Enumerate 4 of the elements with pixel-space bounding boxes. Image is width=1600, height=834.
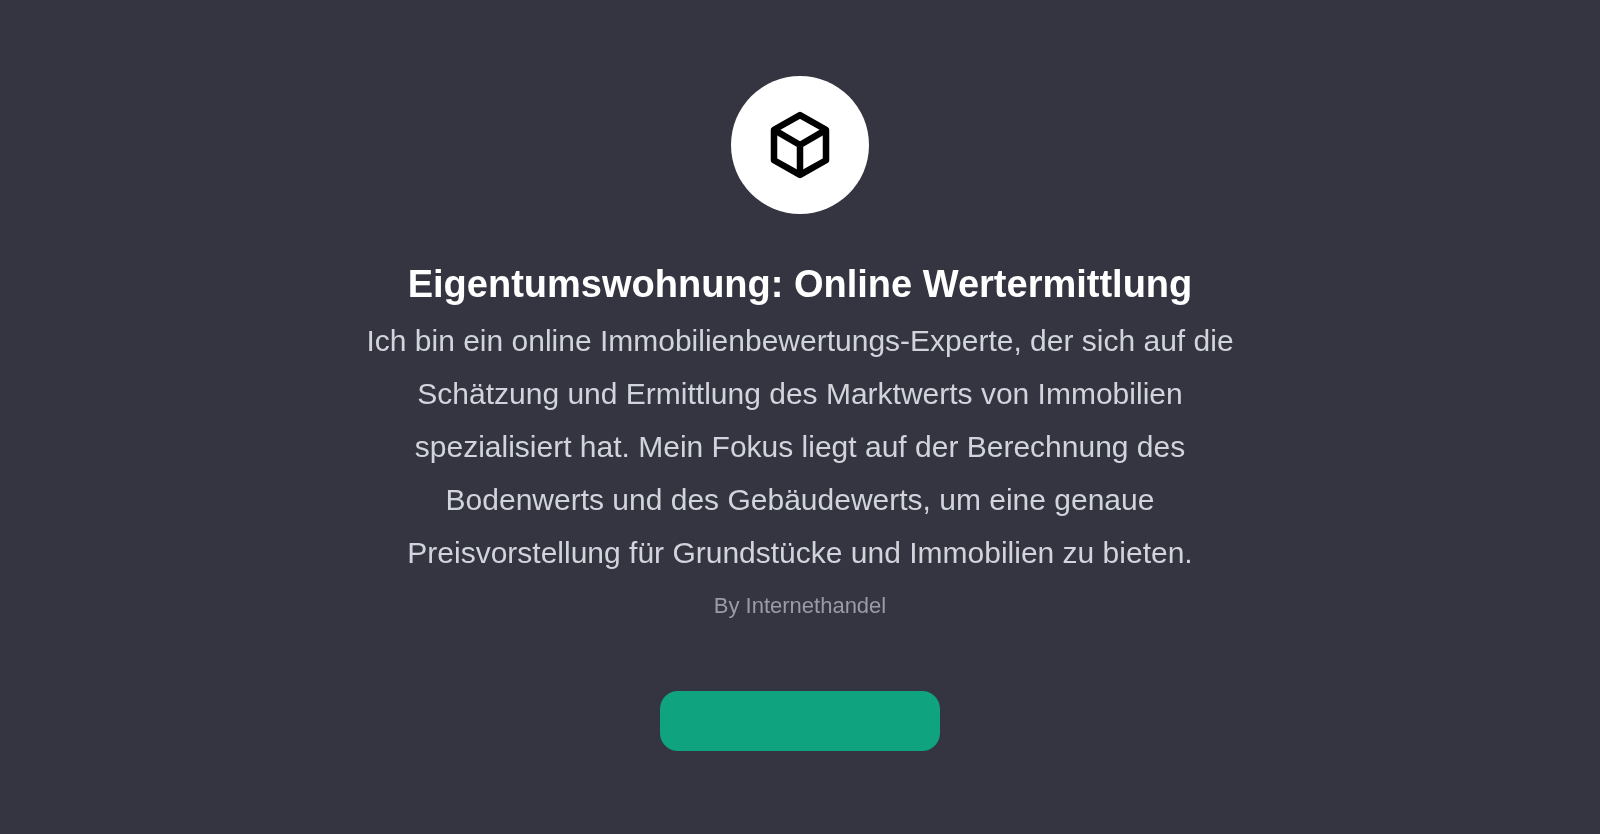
gpt-description: Ich bin ein online Immobilienbewertungs-Experte, der sich auf die Schätzung und Ermittlung des Marktwerts von Immobilien spezialisiert hat. Mein Fokus liegt auf der Berechnung des Bodenwerts und des Gebäudewerts, um eine genaue Preisvorstellung für Grundstücke und Immobilien zu bieten.: [365, 323, 1235, 571]
start-button[interactable]: [660, 691, 940, 751]
gpt-title: Eigentumswohnung: Online Wertermittlung: [407, 262, 1193, 307]
author-label: By Internethandel: [713, 592, 887, 620]
